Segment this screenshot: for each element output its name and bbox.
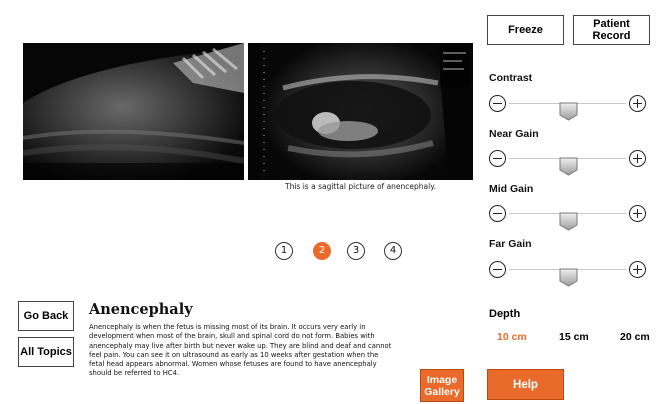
mid-gain-thumb[interactable]	[559, 212, 578, 231]
page-button-1[interactable]: 1	[275, 242, 293, 260]
far-gain-label: Far Gain	[489, 238, 532, 250]
near-gain-increase-icon[interactable]	[629, 150, 646, 167]
mid-gain-slider[interactable]	[489, 205, 646, 231]
mid-gain-label: Mid Gain	[489, 183, 534, 195]
ultrasound-image-right	[248, 43, 473, 180]
page-button-3[interactable]: 3	[347, 242, 365, 260]
depth-option-15cm[interactable]: 15 cm	[559, 331, 589, 343]
ultrasound-image-left	[23, 43, 244, 180]
ultrasound-right-graphic	[248, 43, 473, 180]
contrast-increase-icon[interactable]	[629, 95, 646, 112]
all-topics-button[interactable]: All Topics	[18, 337, 74, 367]
depth-label: Depth	[489, 308, 521, 320]
mid-gain-decrease-icon[interactable]	[489, 205, 506, 222]
far-gain-increase-icon[interactable]	[629, 261, 646, 278]
near-gain-label: Near Gain	[489, 128, 539, 140]
image-gallery-label-line1: Image	[426, 373, 458, 386]
depth-option-10cm[interactable]: 10 cm	[497, 331, 527, 343]
topic-title: Anencephaly	[89, 301, 193, 318]
freeze-button[interactable]: Freeze	[487, 15, 564, 45]
far-gain-thumb[interactable]	[559, 268, 578, 287]
image-gallery-button[interactable]: Image Gallery	[420, 369, 464, 402]
image-caption: This is a sagittal picture of anencephal…	[285, 182, 436, 191]
near-gain-thumb[interactable]	[559, 157, 578, 176]
patient-record-button[interactable]: Patient Record	[573, 15, 650, 45]
contrast-decrease-icon[interactable]	[489, 95, 506, 112]
go-back-button[interactable]: Go Back	[18, 301, 74, 331]
mid-gain-increase-icon[interactable]	[629, 205, 646, 222]
contrast-track[interactable]	[509, 102, 626, 121]
contrast-label: Contrast	[489, 72, 533, 84]
mid-gain-track[interactable]	[509, 212, 626, 231]
topic-description: Anencephaly is when the fetus is missing…	[89, 323, 392, 378]
ultrasound-left-graphic	[23, 43, 244, 180]
far-gain-slider[interactable]	[489, 261, 646, 287]
page-button-4[interactable]: 4	[384, 242, 402, 260]
depth-option-20cm[interactable]: 20 cm	[620, 331, 650, 343]
near-gain-decrease-icon[interactable]	[489, 150, 506, 167]
far-gain-track[interactable]	[509, 268, 626, 287]
contrast-slider[interactable]	[489, 95, 646, 121]
patient-record-label-line1: Patient	[593, 18, 630, 30]
patient-record-label-line2: Record	[592, 30, 631, 42]
contrast-thumb[interactable]	[559, 102, 578, 121]
help-button[interactable]: Help	[487, 369, 564, 400]
near-gain-track[interactable]	[509, 157, 626, 176]
page-button-2[interactable]: 2	[313, 242, 331, 260]
near-gain-slider[interactable]	[489, 150, 646, 176]
image-gallery-label-line2: Gallery	[424, 385, 460, 398]
far-gain-decrease-icon[interactable]	[489, 261, 506, 278]
